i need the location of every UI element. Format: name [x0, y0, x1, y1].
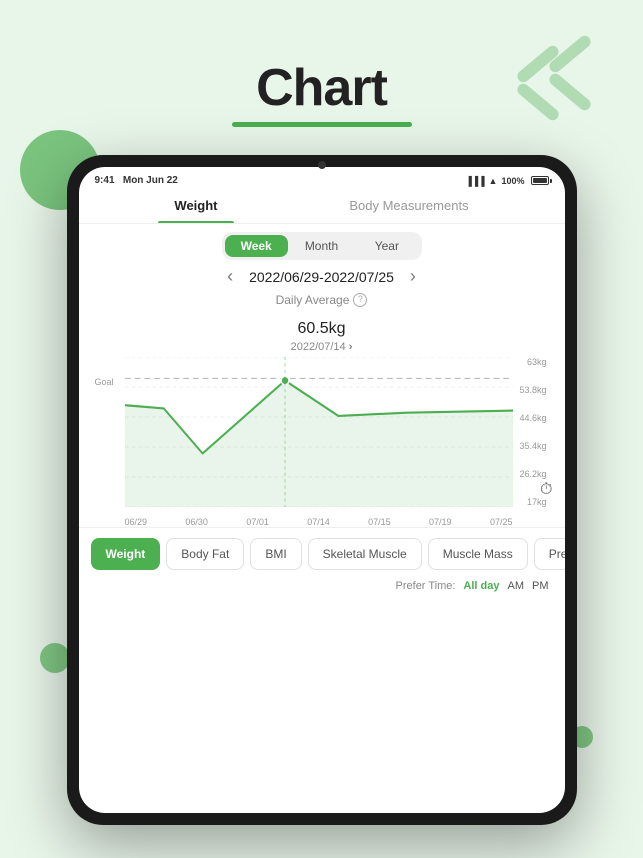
prefer-time-pm[interactable]: PM: [532, 580, 549, 592]
date-prev-button[interactable]: ‹: [227, 266, 233, 287]
cat-prefer[interactable]: Pre...: [534, 538, 565, 570]
bg-decoration-circle-2: [40, 643, 70, 673]
y-label-2: 44.6kg: [519, 413, 546, 423]
prefer-time-label: Prefer Time:: [396, 580, 456, 592]
daily-average-value: 60.5kg: [79, 307, 565, 341]
goal-label: Goal: [95, 377, 114, 387]
category-tabs: Weight Body Fat BMI Skeletal Muscle Musc…: [79, 527, 565, 576]
status-bar: 9:41 Mon Jun 22 ▐▐▐ ▲ 100%: [79, 167, 565, 190]
tab-weight[interactable]: Weight: [158, 190, 233, 223]
cat-skeletal-muscle[interactable]: Skeletal Muscle: [308, 538, 422, 570]
date-range-label: 2022/06/29-2022/07/25: [249, 269, 394, 285]
date-next-button[interactable]: ›: [410, 266, 416, 287]
tablet-device: 9:41 Mon Jun 22 ▐▐▐ ▲ 100% Weight Body M…: [67, 155, 577, 825]
tablet-camera: [318, 161, 326, 169]
signal-icon: ▐▐▐: [465, 176, 484, 186]
prefer-time-allday[interactable]: All day: [463, 580, 499, 592]
x-label-4: 07/15: [368, 517, 391, 527]
x-label-3: 07/14: [307, 517, 330, 527]
y-label-4: 26.2kg: [519, 469, 546, 479]
y-label-3: 35.4kg: [519, 441, 546, 451]
period-year[interactable]: Year: [355, 235, 418, 257]
x-label-6: 07/25: [490, 517, 513, 527]
y-label-1: 53.8kg: [519, 385, 546, 395]
battery-icon: [531, 176, 549, 185]
status-time: 9:41 Mon Jun 22: [95, 175, 178, 186]
date-nav: ‹ 2022/06/29-2022/07/25 ›: [79, 266, 565, 287]
title-underline: [232, 122, 412, 127]
tablet-screen: 9:41 Mon Jun 22 ▐▐▐ ▲ 100% Weight Body M…: [79, 167, 565, 813]
chart-svg: [125, 357, 513, 507]
prefer-time-am[interactable]: AM: [508, 580, 525, 592]
daily-average-date[interactable]: 2022/07/14 ›: [79, 341, 565, 353]
wifi-icon: ▲: [489, 176, 498, 186]
prefer-time-row: Prefer Time: All day AM PM: [79, 576, 565, 600]
x-label-2: 07/01: [246, 517, 269, 527]
y-label-0: 63kg: [519, 357, 546, 367]
chart-area: Goal 63kg 53.8kg 44.6kg 35.4kg 26.2kg 17…: [95, 357, 549, 527]
tab-body-measurements[interactable]: Body Measurements: [333, 190, 484, 223]
chart-inner: [125, 357, 513, 507]
status-right: ▐▐▐ ▲ 100%: [465, 176, 548, 186]
cat-muscle-mass[interactable]: Muscle Mass: [428, 538, 528, 570]
daily-average-section: Daily Average ? 60.5kg 2022/07/14 ›: [79, 293, 565, 353]
y-label-5: 17kg: [519, 497, 546, 507]
x-label-5: 07/19: [429, 517, 452, 527]
x-label-1: 06/30: [185, 517, 208, 527]
daily-average-date-arrow: ›: [349, 341, 353, 353]
cat-body-fat[interactable]: Body Fat: [166, 538, 244, 570]
cat-weight[interactable]: Weight: [91, 538, 161, 570]
chart-x-labels: 06/29 06/30 07/01 07/14 07/15 07/19 07/2…: [125, 517, 513, 527]
page-title: Chart: [0, 58, 643, 118]
x-label-0: 06/29: [125, 517, 148, 527]
chart-y-labels: 63kg 53.8kg 44.6kg 35.4kg 26.2kg 17kg: [519, 357, 548, 507]
main-tab-bar: Weight Body Measurements ⏱: [79, 190, 565, 224]
daily-average-label: Daily Average ?: [79, 293, 565, 307]
period-selector: Week Month Year: [222, 232, 422, 260]
period-week[interactable]: Week: [225, 235, 288, 257]
cat-bmi[interactable]: BMI: [250, 538, 301, 570]
period-month[interactable]: Month: [290, 235, 353, 257]
info-icon[interactable]: ?: [353, 293, 367, 307]
